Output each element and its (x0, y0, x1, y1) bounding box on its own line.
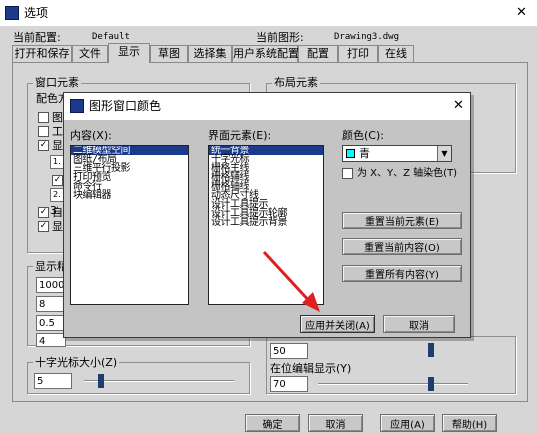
context-label: 内容(X): (70, 129, 112, 142)
restore-all-button[interactable]: 重置所有内容(Y) (342, 265, 462, 282)
tab-online[interactable]: 在线 (378, 45, 414, 62)
checkbox-7[interactable]: ✓ (38, 207, 49, 218)
cancel-button[interactable]: 取消 (308, 414, 363, 432)
sub-item-1: 1. (50, 155, 64, 169)
dialog-title-bar: 图形窗口颜色 ✕ (64, 93, 470, 120)
context-list[interactable]: 二维模型空间 图纸/布局 三维平行投影 打印预览 命令行 块编辑器 (70, 145, 189, 305)
right-slider-2-track (318, 383, 468, 385)
resolution-input-1[interactable]: 1000 (36, 277, 66, 293)
resolution-input-4[interactable]: 4 (36, 333, 66, 347)
layout-elements-title: 布局元素 (272, 76, 320, 89)
context-item[interactable]: 块编辑器 (71, 191, 188, 201)
tint-checkbox[interactable] (342, 168, 353, 179)
resolution-input-3[interactable]: 0.5 (36, 315, 66, 331)
inplace-edit-label: 在位编辑显示(Y) (270, 362, 352, 375)
window-title: 选项 (24, 6, 49, 20)
checkbox-8[interactable]: ✓ (38, 221, 49, 232)
app-icon (5, 6, 19, 20)
current-drawing-label: 当前图形: (256, 31, 304, 44)
color-swatch-icon (346, 149, 355, 158)
checkbox-8-label: 显 (52, 220, 63, 233)
checkbox-3-label: 显 (52, 139, 63, 152)
sub-item-2: 2. (50, 188, 64, 202)
chevron-down-icon[interactable]: ▼ (437, 146, 451, 161)
right-slider-1-thumb[interactable] (428, 343, 434, 357)
checkbox-1[interactable] (38, 112, 49, 123)
tab-open-save[interactable]: 打开和保存 (12, 45, 72, 62)
crosshair-slider-thumb[interactable] (98, 374, 104, 388)
annotation-arrow (262, 250, 320, 312)
right-input-1[interactable]: 50 (270, 343, 308, 359)
ok-button[interactable]: 确定 (245, 414, 300, 432)
checkbox-2[interactable] (38, 126, 49, 137)
resolution-input-2[interactable]: 8 (36, 296, 66, 312)
checkbox-2-label: 工 (52, 125, 63, 138)
title-bar: 选项 ✕ (0, 0, 537, 26)
checkbox-1-label: 图 (52, 111, 63, 124)
annotation-arrow-line (262, 250, 314, 306)
color-select[interactable]: 青 ▼ (342, 145, 452, 162)
window-elements-title: 窗口元素 (33, 76, 81, 89)
right-slider-2[interactable] (318, 377, 468, 391)
tab-selection[interactable]: 选择集 (188, 45, 232, 62)
dialog-close-button[interactable]: ✕ (453, 99, 464, 112)
right-slider-2-thumb[interactable] (428, 377, 434, 391)
dialog-cancel-button[interactable]: 取消 (383, 315, 455, 333)
checkbox-7-label: 自 (52, 206, 63, 219)
apply-button[interactable]: 应用(A) (380, 414, 435, 432)
right-input-2[interactable]: 70 (270, 376, 308, 392)
restore-context-button[interactable]: 重置当前内容(O) (342, 238, 462, 255)
crosshair-slider-track (84, 380, 234, 382)
tab-user-preferences[interactable]: 用户系统配置 (232, 45, 299, 62)
crosshair-input[interactable]: 5 (34, 373, 72, 389)
help-button[interactable]: 帮助(H) (442, 414, 497, 432)
tab-drafting[interactable]: 草图 (150, 45, 188, 62)
color-value: 青 (359, 147, 370, 160)
restore-element-button[interactable]: 重置当前元素(E) (342, 212, 462, 229)
color-label: 颜色(C): (342, 129, 384, 142)
tab-plot[interactable]: 打印 (338, 45, 378, 62)
tint-label: 为 X、Y、Z 轴染色(T) (357, 168, 458, 179)
current-drawing-value: Drawing3.dwg (334, 32, 400, 42)
crosshair-label: 十字光标大小(Z) (33, 356, 120, 369)
dialog-title: 图形窗口颜色 (89, 99, 162, 113)
window-close-button[interactable]: ✕ (516, 6, 527, 19)
dialog-icon (70, 99, 84, 113)
tab-profiles[interactable]: 配置 (298, 45, 338, 62)
checkbox-sub-2[interactable]: ✓ (52, 175, 63, 186)
current-profile-label: 当前配置: (13, 31, 61, 44)
tab-display[interactable]: 显示 (108, 43, 150, 63)
element-label: 界面元素(E): (208, 129, 272, 142)
element-item[interactable]: 设计工具提示背景 (209, 218, 323, 228)
checkbox-3[interactable]: ✓ (38, 140, 49, 151)
tab-files[interactable]: 文件 (72, 45, 108, 62)
crosshair-slider[interactable] (84, 374, 234, 388)
